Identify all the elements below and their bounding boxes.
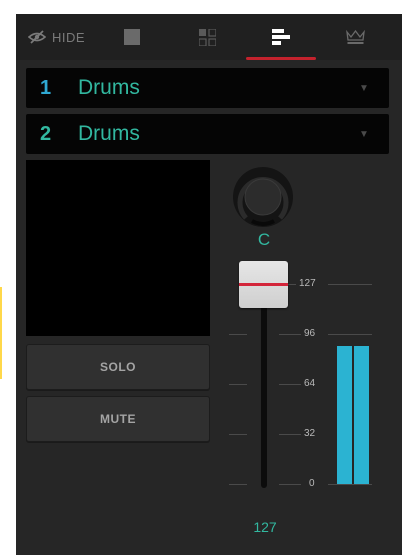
track-name: Drums: [78, 122, 140, 145]
grid-icon: [198, 28, 216, 46]
tab-mixer[interactable]: [261, 14, 301, 60]
mixer-bars-icon: [272, 29, 290, 45]
scale-label: 96: [304, 328, 316, 339]
chevron-down-icon: ▼: [359, 82, 369, 94]
fader-track[interactable]: [261, 294, 267, 488]
scale-tick: [229, 384, 247, 385]
fader-handle[interactable]: [239, 261, 288, 308]
scale-label: 127: [299, 278, 316, 289]
scale-tick: [279, 434, 301, 435]
fader-value: 127: [253, 519, 277, 535]
hide-label: HIDE: [52, 29, 86, 45]
selection-indicator: [0, 287, 2, 379]
hide-button[interactable]: HIDE: [28, 14, 118, 60]
track-inspector-panel: HIDE 1 Drums ▼ 2 Drums ▼ SOLO MUTE C 127…: [16, 14, 402, 555]
track-number: 2: [40, 122, 52, 145]
solo-button[interactable]: SOLO: [26, 344, 210, 390]
fader-cap-line: [239, 283, 288, 286]
scale-tick: [229, 434, 247, 435]
track-selector-2[interactable]: 2 Drums ▼: [26, 114, 389, 154]
level-meter-left: [337, 346, 352, 484]
track-number: 1: [40, 76, 52, 99]
track-name: Drums: [78, 76, 140, 99]
mute-button[interactable]: MUTE: [26, 396, 210, 442]
active-tab-indicator: [246, 57, 316, 60]
tab-pad-grid[interactable]: [187, 14, 227, 60]
pan-knob[interactable]: [232, 166, 294, 228]
pan-value: C: [257, 230, 271, 249]
tab-master[interactable]: [335, 14, 375, 60]
scale-tick: [288, 284, 296, 285]
scale-tick: [328, 484, 372, 485]
tab-single-pad[interactable]: [112, 14, 152, 60]
level-meter-right: [354, 346, 369, 484]
scale-tick: [328, 284, 372, 285]
scale-tick: [279, 334, 301, 335]
chevron-down-icon: ▼: [359, 128, 369, 140]
track-selector-1[interactable]: 1 Drums ▼: [26, 68, 389, 108]
hide-eye-icon: [28, 30, 46, 44]
scale-label: 32: [304, 428, 316, 439]
scale-tick: [328, 334, 372, 335]
scale-tick: [279, 484, 301, 485]
crown-icon: [345, 29, 365, 44]
scale-tick: [229, 484, 247, 485]
scale-tick: [229, 334, 247, 335]
scale-label: 64: [304, 378, 316, 389]
square-icon: [124, 29, 140, 45]
insert-display-area: [26, 160, 210, 336]
toolbar: HIDE: [16, 14, 402, 60]
scale-label: 0: [309, 478, 315, 489]
scale-tick: [279, 384, 301, 385]
